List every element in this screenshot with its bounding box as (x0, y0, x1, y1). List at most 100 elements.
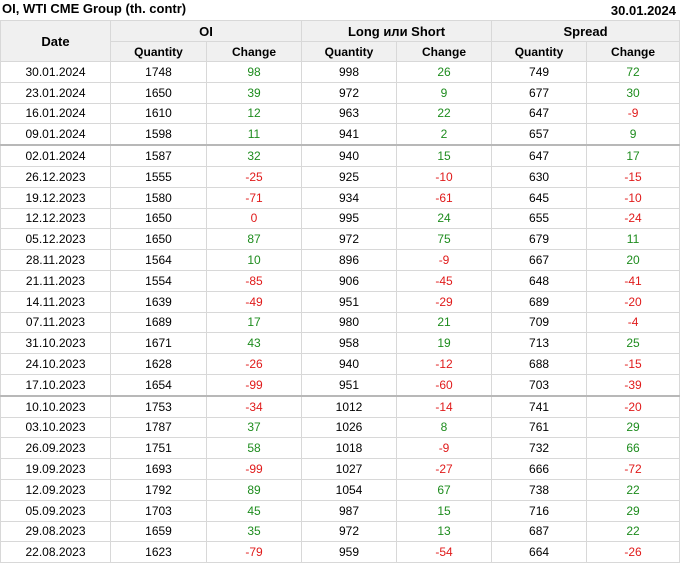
date-cell: 22.08.2023 (0, 541, 111, 564)
oi-quantity-cell: 1650 (110, 207, 207, 230)
spread-change-cell: -20 (586, 394, 680, 418)
oi-quantity-cell: 1787 (110, 416, 207, 439)
table-row: 21.11.2023 1554 -85 906 -45 648 -41 (0, 269, 680, 292)
oi-change-cell: 11 (205, 123, 303, 146)
table-row: 19.12.2023 1580 -71 934 -61 645 -10 (0, 186, 680, 209)
oi-quantity-cell: 1628 (110, 353, 207, 375)
spread-quantity-cell: 657 (491, 123, 588, 146)
report-title: OI, WTI CME Group (th. contr) (2, 1, 187, 16)
spread-quantity-cell: 648 (491, 269, 588, 292)
spread-quantity-cell: 647 (491, 102, 588, 125)
spread-quantity-cell: 647 (491, 144, 588, 167)
long-short-change-cell: 13 (396, 520, 493, 543)
oi-quantity-cell: 1639 (110, 290, 207, 313)
spread-change-cell: 22 (586, 520, 680, 543)
long-short-quantity-cell: 951 (301, 373, 398, 397)
date-cell: 17.10.2023 (0, 373, 111, 397)
table-row: 05.09.2023 1703 45 987 15 716 29 (0, 499, 680, 522)
oi-quantity-cell: 1703 (110, 499, 207, 522)
date-cell: 02.01.2024 (0, 144, 111, 167)
date-cell: 21.11.2023 (0, 269, 111, 292)
long-short-change-cell: 22 (396, 102, 493, 125)
long-short-quantity-cell: 1018 (301, 437, 398, 460)
long-short-change-cell: -29 (396, 290, 493, 313)
oi-quantity-cell: 1555 (110, 165, 207, 188)
group-header-row: Date OI Long или Short Spread (0, 20, 680, 62)
spread-quantity-cell: 667 (491, 249, 588, 271)
spread-quantity-cell: 645 (491, 186, 588, 209)
date-cell: 03.10.2023 (0, 416, 111, 439)
oi-change-cell: 89 (205, 478, 303, 501)
date-cell: 29.08.2023 (0, 520, 111, 543)
spread-change-cell: 11 (586, 228, 680, 251)
spread-quantity-cell: 738 (491, 478, 588, 501)
date-cell: 31.10.2023 (0, 332, 111, 355)
oi-change-cell: 12 (205, 102, 303, 125)
oi-quantity-cell: 1580 (110, 186, 207, 209)
spread-quantity-cell: 630 (491, 165, 588, 188)
table-row: 12.12.2023 1650 0 995 24 655 -24 (0, 207, 680, 230)
long-short-change-cell: -12 (396, 353, 493, 375)
oi-group-header: OI (109, 20, 303, 42)
table-row: 12.09.2023 1792 89 1054 67 738 22 (0, 478, 680, 501)
oi-change-cell: 10 (205, 249, 303, 271)
oi-table: Date OI Long или Short Spread Quantity C… (0, 20, 680, 564)
oi-quantity-cell: 1650 (110, 228, 207, 251)
date-cell: 12.09.2023 (0, 478, 111, 501)
date-cell: 12.12.2023 (0, 207, 111, 230)
spread-quantity-cell: 713 (491, 332, 588, 355)
spread-quantity-cell: 677 (491, 81, 588, 104)
long-short-quantity-cell: 940 (301, 144, 398, 167)
long-short-quantity-cell: 941 (301, 123, 398, 146)
oi-change-cell: 0 (205, 207, 303, 230)
spread-change-cell: 22 (586, 478, 680, 501)
table-row: 19.09.2023 1693 -99 1027 -27 666 -72 (0, 458, 680, 480)
date-cell: 14.11.2023 (0, 290, 111, 313)
long-short-quantity-cell: 987 (301, 499, 398, 522)
long-short-change-cell: 75 (396, 228, 493, 251)
spread-change-cell: -9 (586, 102, 680, 125)
oi-change-cell: -49 (205, 290, 303, 313)
table-row: 17.10.2023 1654 -99 951 -60 703 -39 (0, 373, 680, 397)
oi-quantity-cell: 1671 (110, 332, 207, 355)
oi-quantity-cell: 1751 (110, 437, 207, 460)
spread-change-cell: -72 (586, 458, 680, 480)
spread-change-cell: 72 (586, 61, 680, 83)
oi-quantity-cell: 1610 (110, 102, 207, 125)
oi-quantity-cell: 1748 (110, 61, 207, 83)
long-short-change-cell: 24 (396, 207, 493, 230)
table-row: 07.11.2023 1689 17 980 21 709 -4 (0, 311, 680, 334)
spread-quantity-cell: 716 (491, 499, 588, 522)
long-short-group-header: Long или Short (301, 20, 493, 42)
table-row: 14.11.2023 1639 -49 951 -29 689 -20 (0, 290, 680, 313)
oi-change-cell: 43 (205, 332, 303, 355)
oi-quantity-cell: 1689 (110, 311, 207, 334)
spread-quantity-header: Quantity (491, 41, 588, 62)
table-row: 09.01.2024 1598 11 941 2 657 9 (0, 123, 680, 146)
table-header: Date OI Long или Short Spread Quantity C… (0, 20, 680, 62)
long-short-quantity-cell: 940 (301, 353, 398, 375)
date-cell: 19.09.2023 (0, 458, 111, 480)
date-cell: 24.10.2023 (0, 353, 111, 375)
spread-change-cell: 25 (586, 332, 680, 355)
spread-change-cell: -15 (586, 165, 680, 188)
report-date: 30.01.2024 (610, 3, 676, 18)
long-short-change-cell: -54 (396, 541, 493, 564)
long-short-change-cell: 67 (396, 478, 493, 501)
oi-quantity-header: Quantity (110, 41, 207, 62)
long-short-change-cell: -9 (396, 249, 493, 271)
long-short-quantity-cell: 1027 (301, 458, 398, 480)
oi-quantity-cell: 1598 (110, 123, 207, 146)
date-cell: 10.10.2023 (0, 394, 111, 418)
spread-quantity-cell: 664 (491, 541, 588, 564)
oi-quantity-cell: 1659 (110, 520, 207, 543)
date-cell: 05.09.2023 (0, 499, 111, 522)
long-short-quantity-cell: 995 (301, 207, 398, 230)
table-row: 30.01.2024 1748 98 998 26 749 72 (0, 61, 680, 83)
spread-quantity-cell: 732 (491, 437, 588, 460)
oi-change-cell: -85 (205, 269, 303, 292)
long-short-quantity-cell: 896 (301, 249, 398, 271)
spread-quantity-cell: 689 (491, 290, 588, 313)
spread-change-header: Change (586, 41, 680, 62)
table-row: 31.10.2023 1671 43 958 19 713 25 (0, 332, 680, 355)
